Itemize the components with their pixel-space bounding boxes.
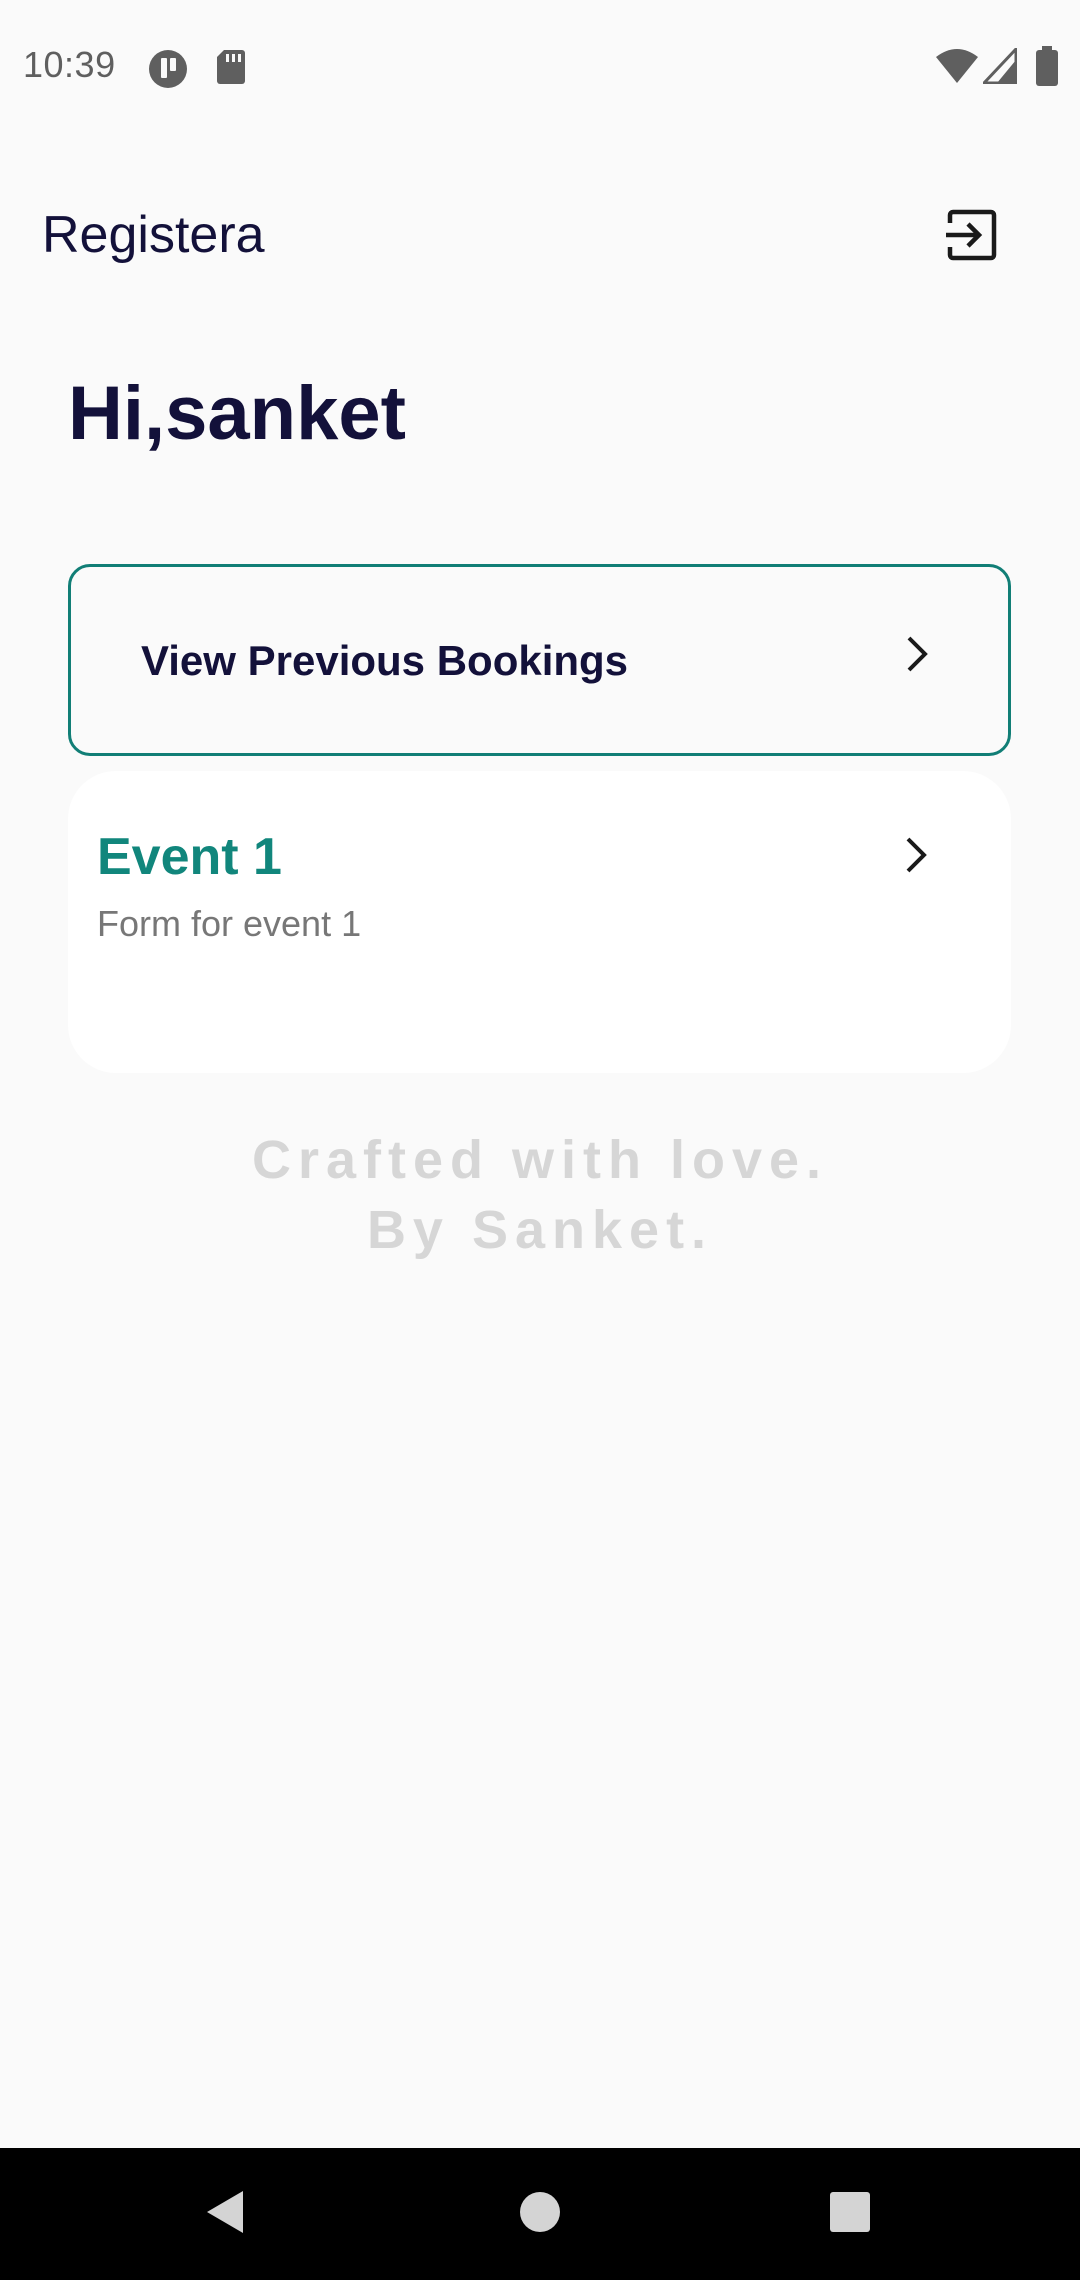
- status-bar: 10:39: [0, 0, 1080, 135]
- signal-icon: [980, 45, 1018, 89]
- recents-button[interactable]: [770, 2148, 930, 2280]
- recents-icon: [829, 2191, 871, 2238]
- event-subtitle: Form for event 1: [97, 903, 362, 944]
- home-icon: [519, 2191, 561, 2238]
- home-button[interactable]: [460, 2148, 620, 2280]
- sd-card-icon: [216, 49, 246, 90]
- app-title: Registera: [42, 206, 265, 264]
- greeting-heading: Hi,sanket: [68, 371, 406, 456]
- view-previous-bookings-button[interactable]: View Previous Bookings: [68, 564, 1011, 756]
- back-icon: [205, 2189, 245, 2240]
- bookings-label: View Previous Bookings: [141, 637, 629, 684]
- back-button[interactable]: [145, 2148, 305, 2280]
- notification-app-icon: [148, 49, 188, 94]
- footer-line-1: Crafted with love.: [251, 1130, 829, 1190]
- navigation-bar: [0, 2148, 1080, 2280]
- event-title: Event 1: [97, 828, 282, 886]
- screen: 10:39 Registera Hi,sanket View Previous …: [0, 0, 1080, 2280]
- wifi-icon: [936, 48, 978, 89]
- chevron-right-icon: [902, 835, 930, 880]
- logout-button[interactable]: [930, 200, 1014, 274]
- footer-credit: Crafted with love. By Sanket.: [0, 1125, 1080, 1265]
- footer-line-2: By Sanket.: [366, 1200, 714, 1260]
- status-time: 10:39: [23, 44, 116, 85]
- logout-icon: [944, 209, 1000, 266]
- chevron-right-icon: [903, 634, 931, 679]
- battery-icon: [1035, 46, 1059, 91]
- event-card[interactable]: Event 1 Form for event 1: [68, 771, 1011, 1073]
